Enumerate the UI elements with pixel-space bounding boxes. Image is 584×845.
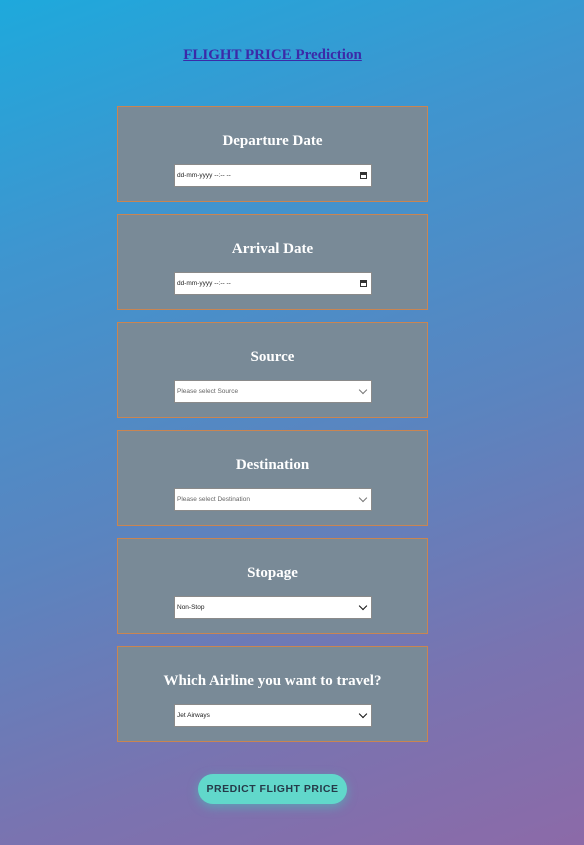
destination-card: Destination Please select Destination xyxy=(117,430,428,526)
stopage-select[interactable]: Non-Stop xyxy=(174,596,372,619)
source-selected-value: Please select Source xyxy=(177,388,239,395)
stopage-selected-value: Non-Stop xyxy=(177,604,205,611)
source-card: Source Please select Source xyxy=(117,322,428,418)
destination-label: Destination xyxy=(235,457,310,473)
airline-select[interactable]: Jet Airways xyxy=(174,704,372,727)
chevron-down-icon xyxy=(358,493,368,503)
calendar-icon[interactable] xyxy=(360,280,367,287)
source-label: Source xyxy=(250,349,295,365)
destination-select[interactable]: Please select Destination xyxy=(174,488,372,511)
arrival-date-value: dd-mm-yyyy --:-- -- xyxy=(177,280,231,287)
chevron-down-icon xyxy=(358,601,368,611)
chevron-down-icon xyxy=(358,709,368,719)
departure-date-card: Departure Date dd-mm-yyyy --:-- -- xyxy=(117,106,428,202)
source-select[interactable]: Please select Source xyxy=(174,380,372,403)
predict-flight-price-button[interactable]: PREDICT FLIGHT PRICE xyxy=(198,774,347,804)
stopage-card: Stopage Non-Stop xyxy=(117,538,428,634)
departure-date-input[interactable]: dd-mm-yyyy --:-- -- xyxy=(174,164,372,187)
departure-date-value: dd-mm-yyyy --:-- -- xyxy=(177,172,231,179)
airline-card: Which Airline you want to travel? Jet Ai… xyxy=(117,646,428,742)
arrival-date-label: Arrival Date xyxy=(231,241,314,257)
chevron-down-icon xyxy=(358,385,368,395)
destination-selected-value: Please select Destination xyxy=(177,496,250,503)
departure-date-label: Departure Date xyxy=(222,133,323,149)
arrival-date-card: Arrival Date dd-mm-yyyy --:-- -- xyxy=(117,214,428,310)
calendar-icon[interactable] xyxy=(360,172,367,179)
stopage-label: Stopage xyxy=(247,565,298,581)
airline-label: Which Airline you want to travel? xyxy=(163,673,382,689)
page-title[interactable]: FLIGHT PRICE Prediction xyxy=(0,47,545,64)
airline-selected-value: Jet Airways xyxy=(177,712,210,719)
arrival-date-input[interactable]: dd-mm-yyyy --:-- -- xyxy=(174,272,372,295)
